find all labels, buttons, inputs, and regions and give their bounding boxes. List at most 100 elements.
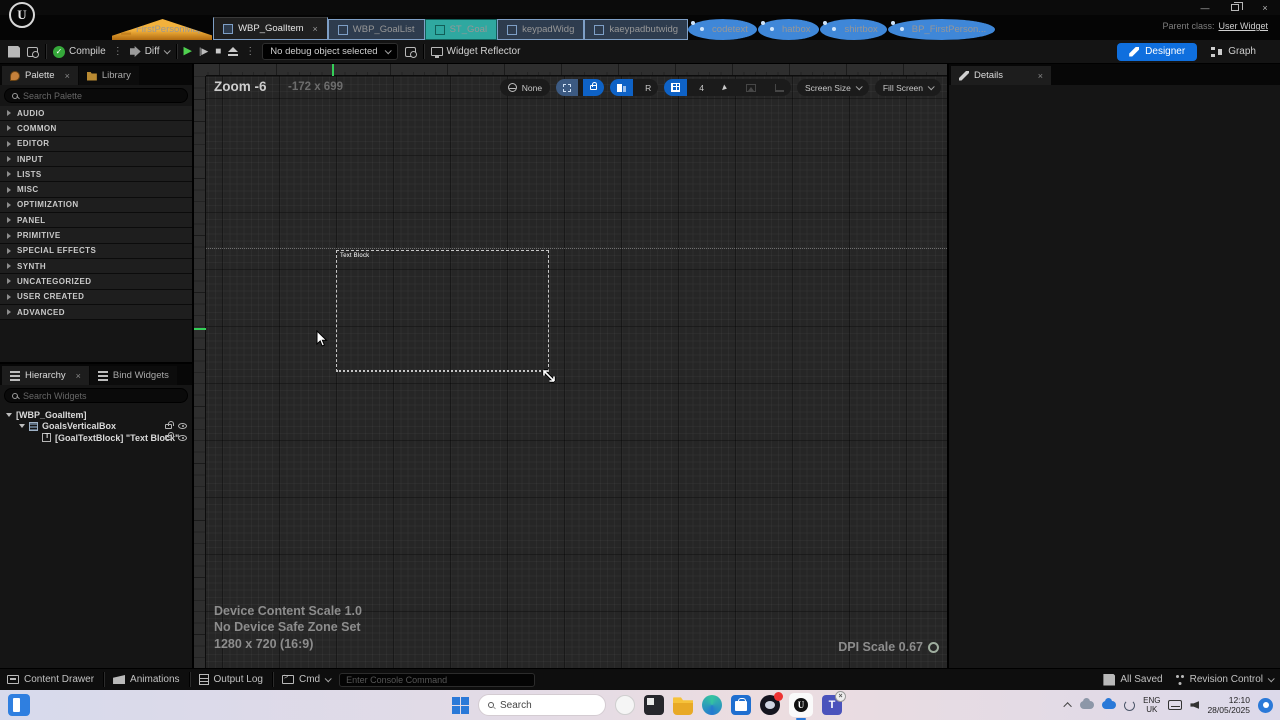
touch-keyboard-icon[interactable]	[1168, 700, 1182, 710]
tray-expand-icon[interactable]	[1063, 702, 1071, 710]
hierarchy-search-input[interactable]: Search Widgets	[4, 388, 188, 403]
unreal-engine-taskbar-icon[interactable]: U	[789, 693, 813, 717]
onedrive-icon[interactable]	[1080, 701, 1094, 709]
lock-icon[interactable]	[165, 435, 172, 440]
speaker-icon[interactable]	[1190, 701, 1199, 709]
ruler-toggle[interactable]	[768, 79, 791, 96]
tab-close-icon[interactable]: ×	[313, 24, 318, 34]
dashed-outline-toggle[interactable]	[556, 79, 578, 96]
menu-item[interactable]	[152, 7, 174, 9]
asset-tab[interactable]: WBP_GoalList ×	[328, 19, 425, 40]
obs-icon[interactable]	[760, 695, 780, 715]
menu-item[interactable]	[42, 7, 64, 9]
preview-toggle[interactable]	[610, 79, 633, 96]
palette-category[interactable]: EDITOR	[0, 137, 192, 152]
preview-background-dropdown[interactable]: None	[500, 79, 550, 96]
selected-widget-outline[interactable]: Text Block	[336, 250, 549, 372]
screen-size-dropdown[interactable]: Screen Size	[797, 79, 869, 96]
palette-category[interactable]: SPECIAL EFFECTS	[0, 244, 192, 259]
palette-category[interactable]: PANEL	[0, 213, 192, 228]
browse-to-asset-icon[interactable]	[27, 47, 38, 57]
palette-category[interactable]: PRIMITIVE	[0, 228, 192, 243]
tree-row[interactable]: GoalsVerticalBox	[0, 421, 192, 433]
taskbar-search[interactable]: Search	[478, 694, 606, 716]
menu-item[interactable]	[174, 7, 196, 9]
tree-row[interactable]: [WBP_GoalItem]	[0, 409, 192, 421]
palette-category[interactable]: OPTIMIZATION	[0, 198, 192, 213]
menu-item[interactable]	[196, 7, 218, 9]
revision-control-button[interactable]: Revision Control	[1175, 674, 1273, 685]
content-drawer-button[interactable]: Content Drawer	[7, 674, 94, 685]
step-button[interactable]: |▶	[199, 46, 208, 57]
visibility-icon[interactable]	[178, 423, 187, 429]
palette-category[interactable]: SYNTH	[0, 259, 192, 274]
tab-hierarchy[interactable]: Hierarchy ×	[2, 366, 89, 385]
asset-tab[interactable]: kaeypadbutwidg ×	[584, 19, 688, 40]
select-cursor-toggle[interactable]	[716, 79, 734, 96]
menu-item[interactable]	[64, 7, 86, 9]
notification-center-icon[interactable]	[1258, 698, 1273, 713]
close-icon[interactable]: ×	[65, 71, 70, 81]
browse-debug-icon[interactable]	[405, 47, 416, 57]
onedrive-blue-icon[interactable]	[1102, 701, 1116, 709]
visibility-icon[interactable]	[178, 435, 187, 441]
close-icon[interactable]: ×	[76, 371, 81, 381]
asset-tab[interactable]: keypadWidg ×	[497, 19, 584, 40]
debug-object-dropdown[interactable]: No debug object selected	[262, 43, 397, 60]
edge-browser-icon[interactable]	[702, 695, 722, 715]
designer-mode-button[interactable]: Designer	[1117, 43, 1197, 61]
palette-category[interactable]: MISC	[0, 182, 192, 197]
palette-category[interactable]: USER CREATED	[0, 290, 192, 305]
tab-bind-widgets[interactable]: Bind Widgets	[90, 366, 177, 385]
asset-tab[interactable]: hatbox ×	[758, 19, 821, 40]
localization-toggle[interactable]: R	[638, 79, 658, 96]
output-log-button[interactable]: Output Log	[199, 674, 263, 685]
save-icon[interactable]	[8, 46, 20, 58]
expander-icon[interactable]	[6, 413, 12, 417]
asset-tab[interactable]: WBP_GoalItem ×	[213, 17, 328, 40]
grid-snap-value[interactable]: 4	[692, 79, 711, 96]
image-preview-toggle[interactable]	[739, 79, 763, 96]
start-button[interactable]	[452, 697, 469, 714]
tab-details[interactable]: Details ×	[951, 66, 1051, 85]
grid-snap-toggle[interactable]	[664, 79, 687, 96]
pinned-app-icon[interactable]	[8, 694, 30, 716]
close-icon[interactable]: ×	[1038, 71, 1043, 81]
menu-item[interactable]	[86, 7, 108, 9]
palette-category[interactable]: ADVANCED	[0, 305, 192, 320]
palette-search-input[interactable]: Search Palette	[4, 88, 188, 103]
palette-category[interactable]: UNCATEGORIZED	[0, 274, 192, 289]
expander-icon[interactable]	[19, 424, 25, 428]
graph-mode-button[interactable]: Graph	[1211, 46, 1256, 57]
tab-palette[interactable]: Palette ×	[2, 66, 78, 85]
tab-library[interactable]: Library	[79, 66, 139, 85]
stop-button[interactable]: ■	[215, 47, 221, 57]
teams-icon[interactable]: T ×	[822, 695, 842, 715]
language-indicator[interactable]: ENG UK	[1143, 696, 1160, 714]
play-options-icon[interactable]: ⋮	[245, 46, 255, 57]
file-explorer-icon[interactable]	[673, 695, 693, 715]
compile-button[interactable]: ✓ Compile	[53, 46, 106, 58]
compile-options-icon[interactable]: ⋮	[113, 46, 123, 57]
parent-class-value[interactable]: User Widget	[1218, 21, 1268, 31]
asset-tab[interactable]: BP_FirstPerson... ×	[888, 19, 996, 40]
asset-tab[interactable]: ST_Goal ×	[425, 19, 498, 40]
restore-button[interactable]	[1220, 2, 1250, 14]
minimize-button[interactable]: —	[1190, 2, 1220, 14]
all-saved-button[interactable]: All Saved	[1103, 674, 1162, 686]
lock-icon[interactable]	[165, 424, 172, 429]
microsoft-store-icon[interactable]	[731, 695, 751, 715]
sync-icon[interactable]	[1124, 700, 1135, 711]
palette-category[interactable]: COMMON	[0, 121, 192, 136]
play-button[interactable]: ▶	[184, 46, 192, 57]
designer-canvas[interactable]: Zoom -6 -172 x 699 None R 4	[194, 64, 947, 668]
widget-reflector-button[interactable]: Widget Reflector	[431, 46, 521, 57]
tree-row[interactable]: [GoalTextBlock] "Text Block"	[0, 432, 192, 444]
cmd-dropdown[interactable]: Cmd	[282, 674, 330, 685]
gear-icon[interactable]	[928, 642, 939, 653]
palette-category[interactable]: AUDIO	[0, 106, 192, 121]
app-icon-circle[interactable]	[615, 695, 635, 715]
diff-button[interactable]: Diff	[130, 46, 169, 57]
asset-tab[interactable]: shirtbox ×	[820, 19, 887, 40]
close-button[interactable]: ×	[1250, 2, 1280, 14]
